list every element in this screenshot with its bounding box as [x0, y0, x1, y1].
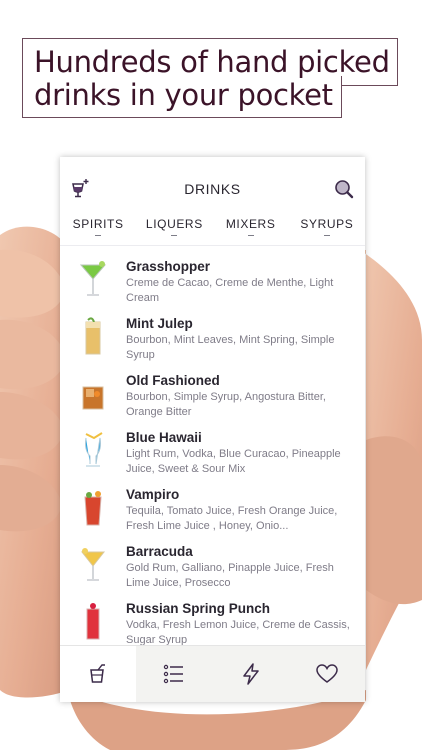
drink-name: Russian Spring Punch: [126, 601, 271, 616]
tab-spirits[interactable]: SPIRITS: [60, 217, 136, 247]
tab-liquers[interactable]: LIQUERS: [136, 217, 212, 247]
highball-glass-icon: [85, 317, 101, 355]
nav-quick[interactable]: [213, 646, 289, 702]
martini-glass-icon: [79, 261, 107, 296]
list-item[interactable]: Barracuda Gold Rum, Galliano, Pinapple J…: [60, 538, 365, 595]
search-icon[interactable]: [334, 179, 354, 199]
tab-syrups[interactable]: SYRUPS: [289, 217, 365, 247]
drink-ingredients: Bourbon, Mint Leaves, Mint Spring, Simpl…: [126, 334, 335, 361]
nav-drinks[interactable]: [60, 646, 137, 702]
tab-mixers[interactable]: MIXERS: [213, 217, 289, 247]
heart-icon: [316, 664, 338, 683]
drink-name: Grasshopper: [126, 259, 211, 274]
tab-indicator: [247, 235, 254, 236]
drink-name: Mint Julep: [126, 316, 193, 331]
tab-label: SPIRITS: [72, 217, 124, 231]
tab-indicator: [323, 235, 330, 236]
drink-ingredients: Gold Rum, Galliano, Pinapple Juice, Fres…: [126, 562, 334, 589]
drink-ingredients: Creme de Cacao, Creme de Menthe, Light C…: [126, 277, 334, 304]
tab-label: MIXERS: [225, 217, 276, 231]
drink-name: Blue Hawaii: [126, 430, 202, 445]
page-title: DRINKS: [184, 181, 241, 197]
drink-name: Old Fashioned: [126, 373, 220, 388]
list-item[interactable]: Russian Spring Punch Vodka, Fresh Lemon …: [60, 595, 365, 645]
tab-label: LIQUERS: [145, 217, 203, 231]
drink-ingredients: Tequila, Tomato Juice, Fresh Orange Juic…: [126, 505, 338, 532]
drink-name: Barracuda: [126, 544, 193, 559]
drink-icon: [90, 664, 106, 683]
tall-glass-icon: [86, 603, 100, 640]
tab-label: SYRUPS: [300, 217, 354, 231]
coupe-glass-icon: [80, 548, 106, 581]
divider: [60, 245, 365, 246]
app-screen: DRINKS SPIRITS LIQUERS MIXERS SYRUPS Gra…: [60, 157, 365, 702]
category-tabs: SPIRITS LIQUERS MIXERS SYRUPS: [60, 217, 365, 247]
hurricane-glass-icon: [85, 432, 103, 467]
list-icon: [164, 664, 184, 684]
list-item[interactable]: Mint Julep Bourbon, Mint Leaves, Mint Sp…: [60, 310, 365, 367]
nav-favorites[interactable]: [289, 646, 365, 702]
lightning-icon: [242, 663, 259, 685]
list-item[interactable]: Old Fashioned Bourbon, Simple Syrup, Ang…: [60, 367, 365, 424]
list-item[interactable]: Vampiro Tequila, Tomato Juice, Fresh Ora…: [60, 481, 365, 538]
tab-indicator: [171, 235, 178, 236]
headline-banner: Hundreds of hand picked drinks in your p…: [22, 38, 398, 118]
tab-indicator: [95, 235, 102, 236]
top-bar: DRINKS SPIRITS LIQUERS MIXERS SYRUPS: [60, 157, 365, 247]
drink-ingredients: Light Rum, Vodka, Blue Curacao, Pineappl…: [126, 448, 341, 475]
nav-list[interactable]: [136, 646, 212, 702]
drink-ingredients: Vodka, Fresh Lemon Juice, Creme de Cassi…: [126, 619, 350, 645]
drinks-list: Grasshopper Creme de Cacao, Creme de Men…: [60, 253, 365, 645]
list-item[interactable]: Grasshopper Creme de Cacao, Creme de Men…: [60, 253, 365, 310]
bottom-navigation: [60, 645, 365, 702]
tumbler-glass-icon: [84, 491, 102, 526]
drink-name: Vampiro: [126, 487, 180, 502]
headline-text: Hundreds of hand picked drinks in your p…: [34, 45, 390, 112]
lowball-glass-icon: [82, 386, 104, 410]
drink-ingredients: Bourbon, Simple Syrup, Angostura Bitter,…: [126, 391, 326, 418]
list-item[interactable]: Blue Hawaii Light Rum, Vodka, Blue Curac…: [60, 424, 365, 481]
